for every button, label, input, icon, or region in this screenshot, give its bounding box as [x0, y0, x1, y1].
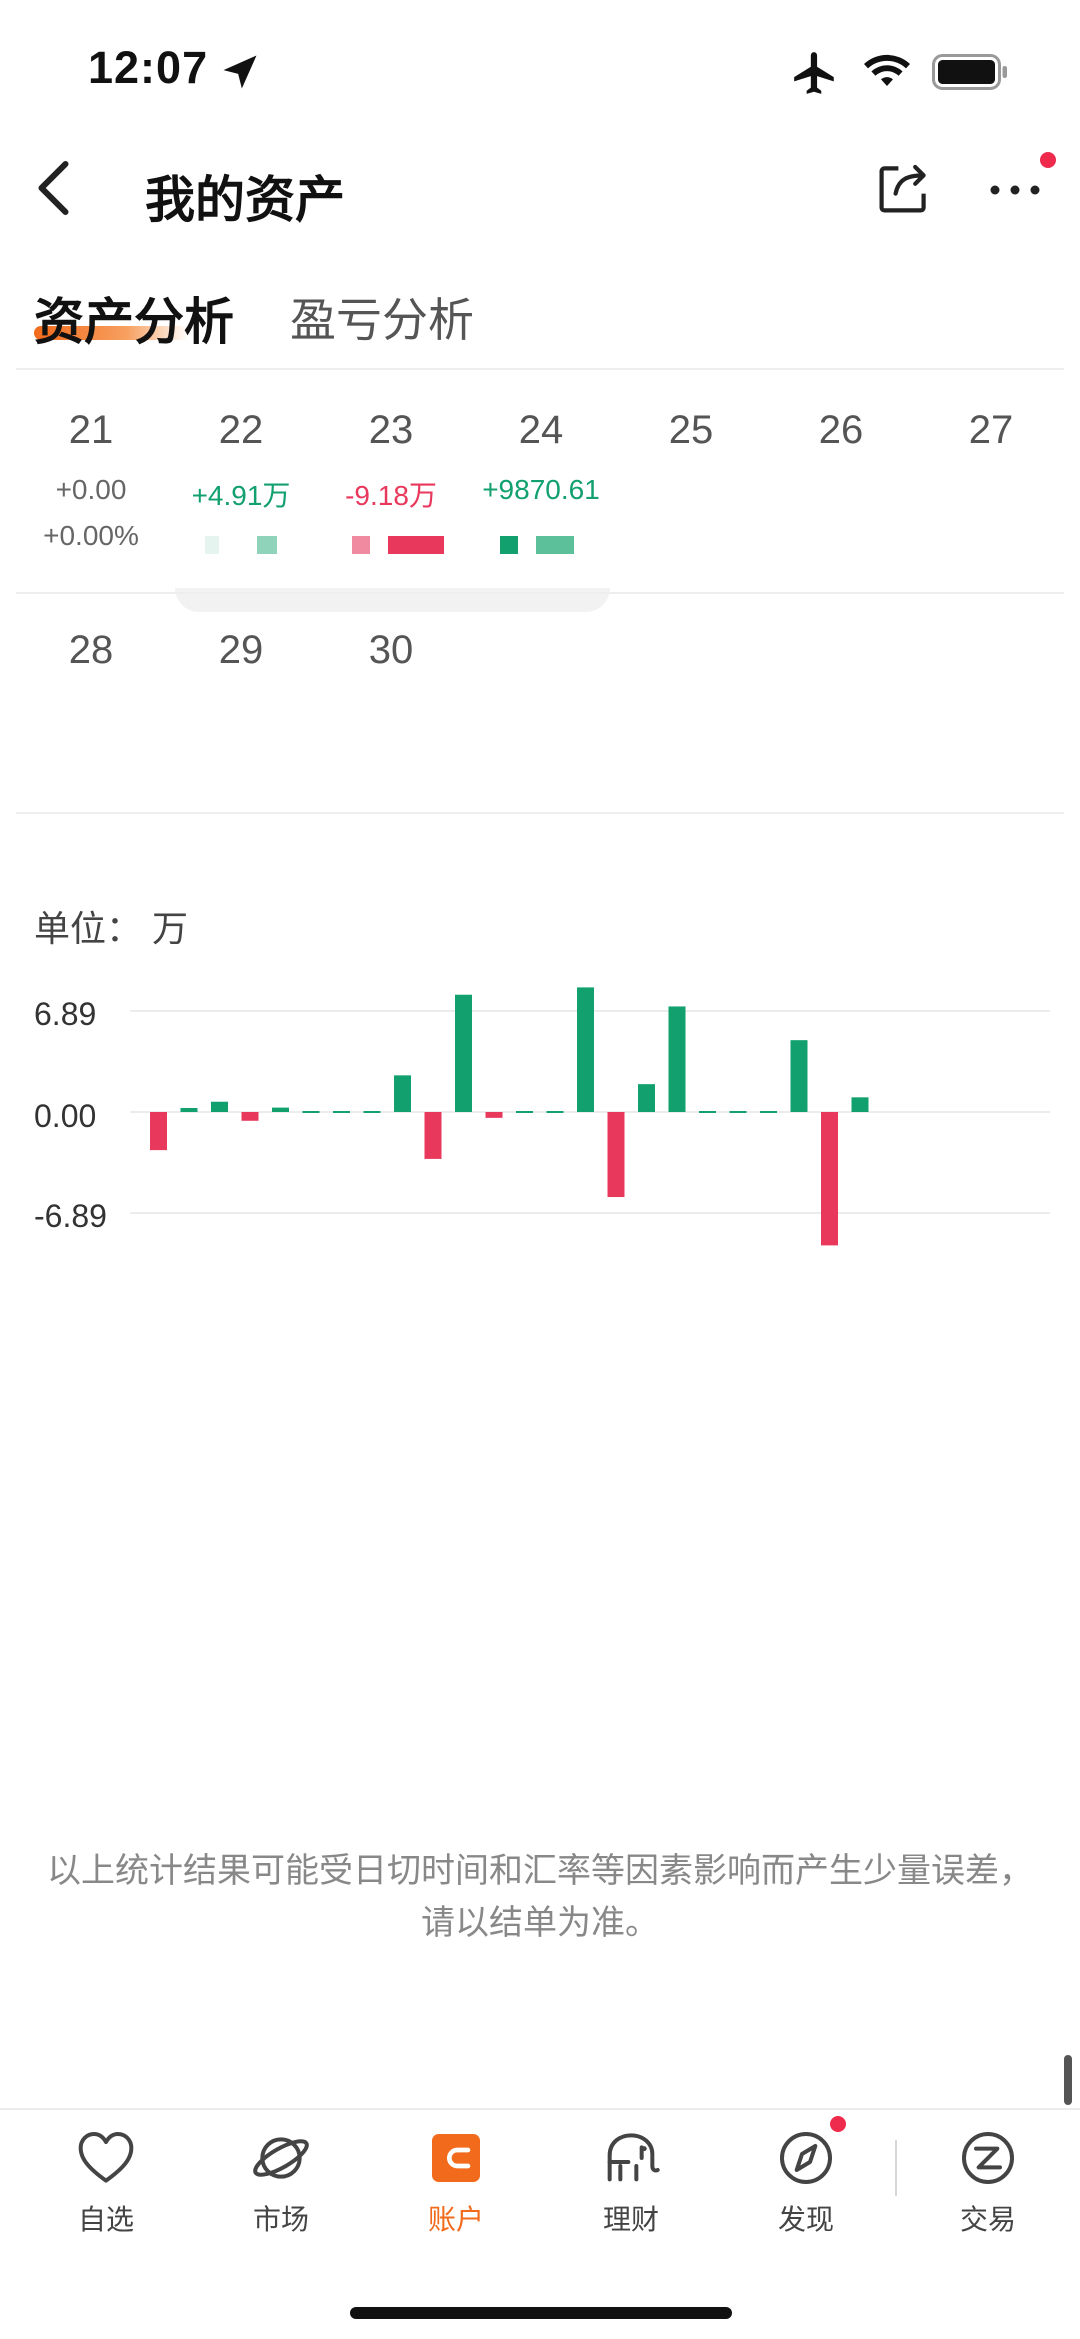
notification-badge	[1040, 152, 1056, 168]
day-profit-value: +9870.61	[482, 474, 600, 505]
back-button[interactable]	[30, 158, 80, 218]
y-tick-label: -6.89	[34, 1198, 107, 1234]
tab-wealth[interactable]: 理财	[561, 2126, 701, 2238]
chart-bar	[577, 987, 594, 1112]
trade-icon	[962, 2132, 1014, 2184]
daily-profit-bar-chart	[130, 987, 1050, 1246]
tab-label: 交易	[959, 2204, 1016, 2235]
redacted-block	[352, 536, 370, 554]
chart-bar	[851, 1097, 869, 1112]
chart-bar	[455, 994, 472, 1112]
redacted-block	[500, 536, 518, 554]
tab-trade[interactable]: 交易	[918, 2126, 1058, 2238]
chart-bar	[668, 1006, 686, 1112]
status-time: 12:07	[88, 42, 209, 93]
airplane-mode-icon	[794, 52, 834, 94]
chart-bar	[790, 1040, 808, 1112]
elephant-icon	[607, 2133, 660, 2182]
tab-profit-analysis[interactable]: 盈亏分析	[290, 284, 474, 350]
disclaimer-note: 以上统计结果可能受日切时间和汇率等因素影响而产生少量误差，请以结单为准。	[47, 1852, 1033, 1942]
tab-label: 理财	[602, 2204, 659, 2235]
home-indicator[interactable]	[350, 2307, 732, 2319]
redacted-block	[536, 536, 574, 554]
tab-label: 自选	[77, 2204, 134, 2235]
calendar-day[interactable]: 22	[166, 408, 316, 453]
redacted-block	[205, 536, 219, 554]
day-profit-value: +4.91万	[191, 480, 291, 511]
tab-market[interactable]: 市场	[211, 2126, 351, 2238]
chart-bar	[638, 1084, 655, 1112]
calendar-day[interactable]: 25	[616, 408, 766, 453]
scrollbar[interactable]	[1064, 2055, 1072, 2105]
divider	[16, 592, 1064, 594]
chart-bar	[485, 1112, 503, 1118]
chart-unit-label: 单位： 万	[34, 908, 189, 949]
calendar-day[interactable]: 28	[16, 628, 166, 673]
divider	[16, 812, 1064, 814]
chart-bar	[211, 1101, 228, 1112]
battery-icon	[932, 54, 1007, 90]
chart-bar	[424, 1112, 442, 1159]
tab-discover[interactable]: 发现	[736, 2126, 876, 2238]
y-tick-label: 6.89	[34, 996, 97, 1032]
calendar-day[interactable]: 23	[316, 408, 466, 453]
heart-icon	[78, 2132, 134, 2183]
calendar-day[interactable]: 24	[466, 408, 616, 453]
chart-bar	[180, 1108, 198, 1112]
location-arrow-icon	[223, 55, 257, 89]
tab-account[interactable]: 账户	[386, 2126, 526, 2238]
tab-label: 发现	[777, 2204, 834, 2235]
share-icon[interactable]	[876, 160, 932, 216]
chart-bar	[150, 1112, 167, 1151]
day-profit-value: -9.18万	[345, 480, 437, 511]
redacted-block	[388, 536, 444, 554]
calendar-day[interactable]: 27	[916, 408, 1066, 453]
tab-label: 账户	[427, 2204, 484, 2235]
tab-watchlist[interactable]: 自选	[36, 2126, 176, 2238]
page-title: 我的资产	[145, 172, 345, 228]
chart-bar	[394, 1075, 411, 1112]
compass-icon	[780, 2132, 832, 2184]
redacted-block	[257, 536, 277, 554]
divider	[16, 368, 1064, 370]
day-profit-value: +0.00	[55, 474, 127, 505]
more-options-icon[interactable]	[985, 168, 1045, 212]
day-profit-percent: +0.00%	[43, 520, 139, 551]
chart-bar	[241, 1112, 259, 1121]
tab-label: 市场	[252, 2204, 309, 2235]
chart-bar	[272, 1107, 289, 1112]
wifi-icon	[864, 54, 910, 86]
tab-asset-analysis[interactable]: 资产分析	[34, 282, 234, 354]
calendar-day[interactable]: 26	[766, 408, 916, 453]
notification-badge	[830, 2116, 846, 2132]
calendar-day[interactable]: 21	[16, 408, 166, 453]
calendar-day[interactable]: 30	[316, 628, 466, 673]
tabbar-divider	[895, 2140, 897, 2196]
wallet-icon	[432, 2134, 480, 2182]
chart-bar	[607, 1112, 625, 1198]
y-tick-label: 0.00	[34, 1098, 97, 1134]
calendar-day[interactable]: 29	[166, 628, 316, 673]
chart-bar	[821, 1112, 838, 1246]
planet-icon	[253, 2137, 309, 2179]
